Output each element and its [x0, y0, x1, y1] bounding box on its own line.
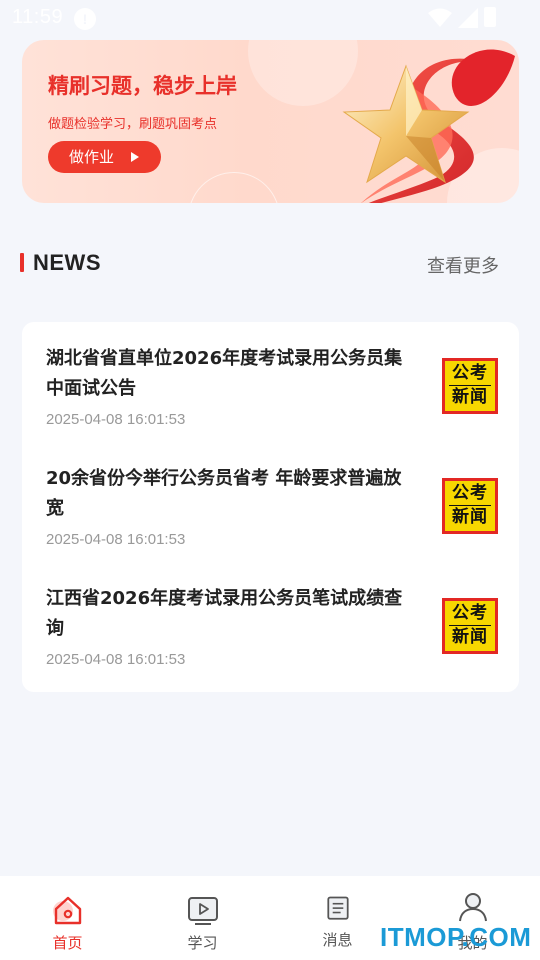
- signal-icon: [458, 8, 478, 28]
- thumb-line: 公考: [452, 603, 488, 623]
- news-item-title: 湖北省省直单位2026年度考试录用公务员集中面试公告: [46, 348, 403, 399]
- news-thumbnail: 公考 新闻: [442, 598, 498, 654]
- banner-decoration: [188, 172, 280, 203]
- wifi-icon: [428, 8, 452, 27]
- promo-banner[interactable]: 精刷习题，稳步上岸 做题检验学习，刷题巩固考点 做作业: [22, 40, 519, 203]
- thumb-line: 公考: [452, 363, 488, 383]
- status-bar: 11:59 !: [0, 0, 540, 36]
- play-arrow-icon: [131, 152, 139, 162]
- thumb-line: 新闻: [452, 627, 488, 647]
- section-accent-bar: [20, 253, 24, 272]
- news-thumbnail: 公考 新闻: [442, 358, 498, 414]
- info-icon: !: [74, 8, 96, 30]
- nav-item-home[interactable]: 首页: [0, 876, 135, 960]
- nav-label-study: 学习: [187, 934, 218, 952]
- news-item-title: 20余省份今举行公务员省考 年龄要求普遍放宽: [46, 468, 402, 519]
- home-icon: [52, 896, 81, 925]
- star-ribbon-icon: [342, 49, 515, 203]
- thumb-line: 公考: [452, 483, 488, 503]
- do-homework-button[interactable]: 做作业: [48, 141, 161, 173]
- thumb-line: 新闻: [452, 507, 488, 527]
- thumb-line: 新闻: [452, 387, 488, 407]
- news-list-item[interactable]: 湖北省省直单位2026年度考试录用公务员集中面试公告 2025-04-08 16…: [22, 322, 519, 442]
- view-more-link[interactable]: 查看更多: [427, 252, 499, 278]
- status-time: 11:59: [12, 6, 64, 28]
- news-list-card: 湖北省省直单位2026年度考试录用公务员集中面试公告 2025-04-08 16…: [22, 322, 519, 692]
- news-thumbnail: 公考 新闻: [442, 478, 498, 534]
- battery-icon: [484, 7, 496, 27]
- do-homework-label: 做作业: [69, 148, 115, 166]
- news-item-date: 2025-04-08 16:01:53: [46, 411, 186, 428]
- news-list-item[interactable]: 20余省份今举行公务员省考 年龄要求普遍放宽 2025-04-08 16:01:…: [22, 442, 519, 562]
- news-list-item[interactable]: 江西省2026年度考试录用公务员笔试成绩查询 2025-04-08 16:01:…: [22, 562, 519, 682]
- nav-item-study[interactable]: 学习: [135, 876, 270, 960]
- news-item-date: 2025-04-08 16:01:53: [46, 531, 186, 548]
- banner-subtitle: 做题检验学习，刷题巩固考点: [48, 117, 218, 132]
- video-play-icon: [187, 897, 218, 925]
- document-list-icon: [326, 896, 349, 920]
- banner-title: 精刷习题，稳步上岸: [48, 74, 237, 98]
- nav-label-home: 首页: [52, 934, 83, 952]
- news-item-date: 2025-04-08 16:01:53: [46, 651, 186, 668]
- news-item-title: 江西省2026年度考试录用公务员笔试成绩查询: [46, 588, 403, 639]
- news-section-title: NEWS: [33, 250, 101, 275]
- watermark: ITMOP.COM: [380, 922, 532, 952]
- user-icon: [458, 893, 487, 922]
